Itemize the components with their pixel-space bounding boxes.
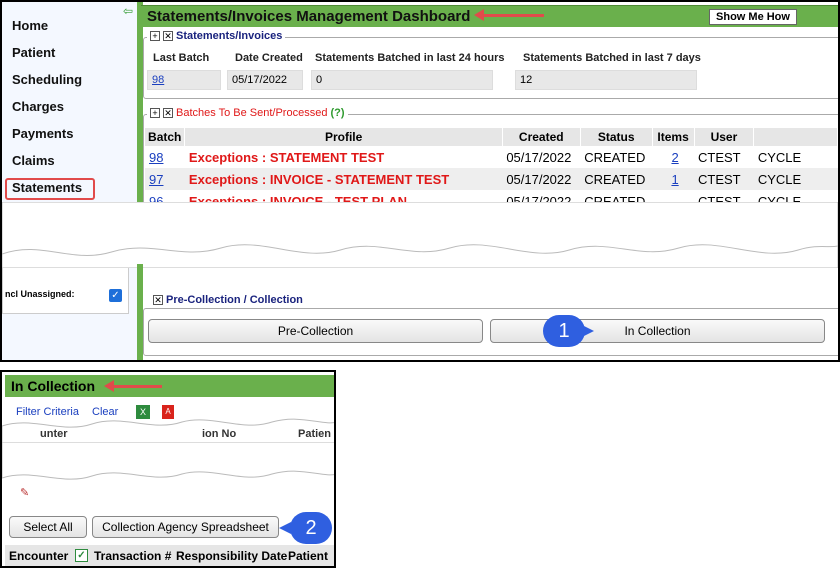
select-all-button[interactable]: Select All [9,516,87,538]
callout-pointer-icon [279,522,291,534]
col-type [753,128,838,146]
profile-cell: Exceptions : STATEMENT TEST [188,149,385,165]
partial-header-transaction: ion No [202,428,237,440]
select-all-checkbox[interactable]: ✓ [75,549,88,562]
statements-legend: + ✕ Statements/Invoices [147,30,286,42]
sidebar-item-scheduling[interactable]: Scheduling [12,72,82,87]
collection-agency-spreadsheet-button[interactable]: Collection Agency Spreadsheet [92,516,279,538]
status-cell: CREATED [580,168,653,190]
batch-link[interactable]: 98 [149,150,163,165]
table-header-row: Batch Profile Created Status Items User [145,128,838,146]
in-collection-title: In Collection [11,378,95,394]
user-cell: CTEST [698,149,741,165]
col-user[interactable]: User [694,128,755,146]
status-cell: CREATED [584,149,646,165]
batched-24h-label: Statements Batched in last 24 hours [315,52,505,64]
col-created[interactable]: Created [502,128,581,146]
sidebar-item-home[interactable]: Home [12,18,48,33]
date-created-label: Date Created [235,52,303,64]
type-cell: CYCLE [757,149,802,165]
type-cell: CYCLE [753,168,838,190]
last-batch-link[interactable]: 98 [152,74,164,86]
sidebar-item-charges[interactable]: Charges [12,99,64,114]
arrow-pointer-icon [474,9,544,21]
last-batch-label: Last Batch [153,52,210,64]
col-patient[interactable]: Patient [288,549,328,563]
highlight-box [5,178,95,200]
torn-edge-shadow [2,442,334,480]
batch-link[interactable]: 97 [149,172,163,187]
callout-1: 1 [543,315,585,347]
partial-header-patient: Patien [298,428,332,440]
in-collection-screenshot: In Collection Filter Criteria Clear X A … [0,370,336,568]
callout-2: 2 [290,512,332,544]
date-created-value: 05/17/2022 [227,70,303,90]
close-icon[interactable]: ✕ [163,31,173,42]
expand-icon[interactable]: + [150,108,160,119]
batched-24h-value: 0 [311,70,493,90]
col-encounter[interactable]: Encounter [9,549,68,563]
dashboard-screenshot: Home Patient Scheduling Charges Payments… [0,0,840,362]
in-collection-header: In Collection [5,375,334,397]
table-row[interactable]: 97 Exceptions : INVOICE - STATEMENT TEST… [145,168,838,190]
in-collection-table-header: Encounter ✓ Transaction # Responsibility… [5,545,334,566]
items-link[interactable]: 1 [671,172,678,187]
help-link[interactable]: (?) [331,107,345,119]
show-me-how-button[interactable]: Show Me How [709,9,797,25]
sidebar: Home Patient Scheduling Charges Payments… [2,2,137,360]
items-link[interactable]: 2 [671,150,678,165]
expand-icon[interactable]: + [150,31,160,42]
batches-legend: + ✕ Batches To Be Sent/Processed (?) [147,107,348,119]
created-cell: 05/17/2022 [502,168,581,190]
incl-unassigned-checkbox[interactable]: ✓ [109,289,122,302]
incl-unassigned-label: ncl Unassigned: [5,289,75,299]
collection-legend: ✕ Pre-Collection / Collection [150,294,306,306]
collapse-arrow-icon[interactable]: ⇦ [123,4,133,18]
user-cell: CTEST [694,168,754,190]
close-icon[interactable]: ✕ [163,108,173,119]
partial-header-encounter: unter [40,428,68,440]
sidebar-item-patient[interactable]: Patient [12,45,55,60]
table-row[interactable]: 98 Exceptions : STATEMENT TEST 05/17/202… [145,146,838,168]
col-profile[interactable]: Profile [184,128,503,146]
close-icon[interactable]: ✕ [153,295,163,306]
col-batch[interactable]: Batch [145,128,186,146]
col-transaction[interactable]: Transaction # [94,549,171,563]
torn-edge-shadow [2,202,838,256]
profile-cell: Exceptions : INVOICE - STATEMENT TEST [184,168,503,190]
sidebar-item-claims[interactable]: Claims [12,153,55,168]
col-responsibility-date[interactable]: Responsibility Date [176,549,287,563]
last-batch-value: 98 [147,70,221,90]
wrench-icon[interactable]: ✎ [20,486,29,499]
page-title: Statements/Invoices Management Dashboard [147,8,471,25]
col-items[interactable]: Items [652,128,695,146]
batched-7d-label: Statements Batched in last 7 days [523,52,701,64]
callout-pointer-icon [582,325,594,337]
in-collection-button[interactable]: In Collection [490,319,825,343]
sidebar-item-payments[interactable]: Payments [12,126,73,141]
created-cell: 05/17/2022 [506,149,572,165]
pre-collection-button[interactable]: Pre-Collection [148,319,483,343]
col-status[interactable]: Status [580,128,653,146]
batched-7d-value: 12 [515,70,697,90]
arrow-pointer-icon [104,380,162,392]
